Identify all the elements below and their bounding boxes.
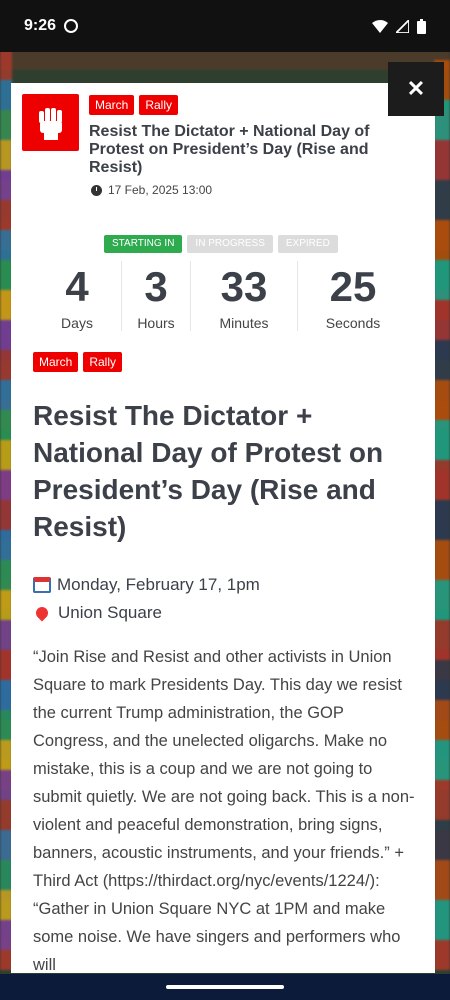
pill-in-progress: IN PROGRESS xyxy=(187,235,273,253)
event-date-row: Monday, February 17, 1pm xyxy=(33,571,260,599)
clock-icon xyxy=(91,184,102,196)
countdown-value: 4 xyxy=(65,263,89,310)
event-modal: March Rally Resist The Dictator + Nation… xyxy=(11,83,435,973)
event-description: “Join Rise and Resist and other activist… xyxy=(33,648,415,973)
wifi-icon xyxy=(372,19,388,33)
event-location: Union Square xyxy=(58,603,162,622)
event-location-row: Union Square xyxy=(33,599,260,627)
tag-march[interactable]: March xyxy=(89,95,135,115)
countdown: 4 Days 3 Hours 33 Minutes 25 Seconds xyxy=(33,261,413,331)
header-date-text: 17 Feb, 2025 13:00 xyxy=(108,183,213,197)
battery-icon xyxy=(417,18,426,34)
countdown-label: Hours xyxy=(137,315,175,331)
event-header: March Rally Resist The Dictator + Nation… xyxy=(11,83,435,203)
body-tags: March Rally xyxy=(33,352,123,372)
tag-rally[interactable]: Rally xyxy=(139,95,179,115)
countdown-label: Days xyxy=(61,315,93,331)
location-pin-icon xyxy=(33,604,51,622)
status-pills: STARTING IN IN PROGRESS EXPIRED xyxy=(104,235,338,253)
status-icons xyxy=(372,18,426,34)
header-title: Resist The Dictator + National Day of Pr… xyxy=(89,123,370,176)
whatsapp-icon xyxy=(64,19,79,33)
event-date: Monday, February 17, 1pm xyxy=(57,575,260,594)
countdown-label: Seconds xyxy=(325,315,381,331)
fist-icon xyxy=(22,94,79,151)
countdown-value: 3 xyxy=(144,263,168,310)
countdown-value: 25 xyxy=(329,263,377,310)
tag-rally[interactable]: Rally xyxy=(83,352,123,372)
home-gesture-handle[interactable] xyxy=(166,985,284,989)
countdown-days: 4 Days xyxy=(33,261,122,331)
header-tags: March Rally xyxy=(89,95,179,115)
event-meta: Monday, February 17, 1pm Union Square xyxy=(33,571,260,627)
countdown-value: 33 xyxy=(220,263,268,310)
tag-march[interactable]: March xyxy=(33,352,79,372)
event-title: Resist The Dictator + National Day of Pr… xyxy=(33,400,384,542)
pill-starting-in: STARTING IN xyxy=(104,235,183,253)
close-button[interactable]: ✕ xyxy=(388,62,444,116)
countdown-label: Minutes xyxy=(219,315,269,331)
header-date: 17 Feb, 2025 13:00 xyxy=(91,183,212,197)
countdown-seconds: 25 Seconds xyxy=(298,261,408,331)
status-time: 9:26 xyxy=(24,17,57,34)
calendar-icon xyxy=(33,577,51,593)
pill-expired: EXPIRED xyxy=(277,235,338,253)
navigation-bar xyxy=(0,974,450,1000)
signal-icon xyxy=(396,19,409,33)
status-bar: 9:26 xyxy=(0,0,450,52)
countdown-hours: 3 Hours xyxy=(122,261,191,331)
countdown-minutes: 33 Minutes xyxy=(191,261,298,331)
